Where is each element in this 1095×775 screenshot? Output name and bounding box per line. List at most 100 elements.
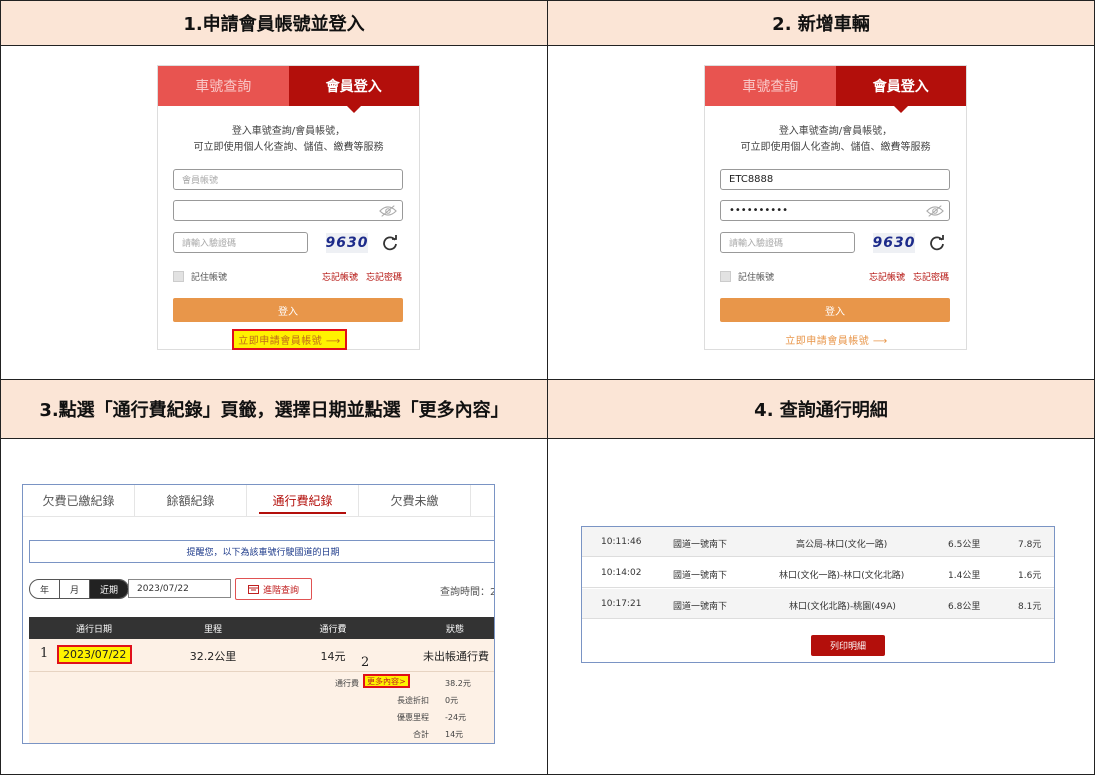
remember-checkbox[interactable]: [173, 271, 184, 282]
login-button[interactable]: 登入: [173, 298, 403, 322]
table-row: 10:14:02 國道一號南下 林口(文化一路)-林口(文化北路) 1.4公里 …: [582, 558, 1054, 588]
period-segment: 年 月 近期: [29, 579, 129, 599]
records-panel: 欠費已繳紀錄 餘額紀錄 通行費紀錄 欠費未繳 提醒您，以下為該車號行駛國道的日期…: [22, 484, 495, 744]
step3-title: 3.點選「通行費紀錄」頁籤，選擇日期並點選「更多內容」: [39, 400, 509, 421]
account-input[interactable]: ETC8888: [720, 169, 950, 190]
login-panel-2: 車號查詢 會員登入 登入車號查詢/會員帳號， 可立即使用個人化查詢、儲值、繳費等…: [704, 65, 967, 350]
trip-road: 國道一號南下: [673, 540, 728, 550]
apply-account-area: 立即申請會員帳號 ⟶: [158, 329, 421, 350]
step2-title: 2. 新增車輛: [772, 14, 870, 35]
login-tabs: 車號查詢 會員登入: [158, 66, 419, 113]
segment-recent[interactable]: 近期: [90, 580, 128, 598]
remember-account[interactable]: 記住帳號: [173, 270, 227, 283]
trip-detail-table: 10:11:46 國道一號南下 高公局-林口(文化一路) 6.5公里 7.8元 …: [581, 526, 1055, 663]
detail-fee-label: 通行費: [335, 679, 359, 688]
remember-account[interactable]: 記住帳號: [720, 270, 774, 283]
table-row[interactable]: 1 2023/07/22 32.2公里 14元 未出帳通行費: [29, 639, 494, 671]
date-select[interactable]: 2023/07/22: [128, 579, 231, 598]
col-mileage: 里程: [203, 624, 222, 635]
tab-plate-query[interactable]: 車號查詢: [705, 66, 836, 106]
trip-fee: 7.8元: [1018, 540, 1042, 550]
advanced-query-button[interactable]: 進階查詢: [235, 578, 312, 600]
segment-month[interactable]: 月: [60, 580, 90, 598]
col-date: 通行日期: [75, 624, 112, 635]
row-date[interactable]: 2023/07/22: [57, 645, 133, 664]
trip-distance: 1.4公里: [948, 571, 981, 581]
password-input[interactable]: ••••••••••: [720, 200, 950, 221]
trip-road: 國道一號南下: [673, 602, 728, 612]
tab-paid-arrears[interactable]: 欠費已繳紀錄: [23, 485, 135, 516]
step4-header: 4. 查詢通行明細: [547, 379, 1095, 439]
remember-checkbox[interactable]: [720, 271, 731, 282]
detail-total-label: 合計: [413, 730, 429, 739]
captcha-input[interactable]: 請輸入驗證碼: [720, 232, 855, 253]
trip-road: 國道一號南下: [673, 571, 728, 581]
trip-section: 高公局-林口(文化一路): [796, 540, 888, 550]
step-marker-2: 2: [361, 655, 370, 670]
eye-slash-icon[interactable]: [379, 204, 397, 218]
step1-title: 1.申請會員帳號並登入: [183, 14, 365, 35]
tab-balance[interactable]: 餘額紀錄: [135, 485, 247, 516]
row-status: 未出帳通行費: [423, 650, 489, 663]
row-mileage: 32.2公里: [189, 650, 237, 663]
step3-header: 3.點選「通行費紀錄」頁籤，選擇日期並點選「更多內容」: [0, 379, 548, 439]
captcha-image: 9630: [872, 233, 916, 253]
tab-toll-records[interactable]: 通行費紀錄: [247, 485, 359, 516]
trip-fee: 8.1元: [1018, 602, 1042, 612]
trip-time: 10:17:21: [601, 599, 642, 609]
col-status: 狀態: [445, 624, 464, 635]
trip-distance: 6.5公里: [948, 540, 981, 550]
eye-slash-icon[interactable]: [926, 204, 944, 218]
segment-year[interactable]: 年: [30, 580, 60, 598]
apply-account-link[interactable]: 立即申請會員帳號 ⟶: [705, 332, 968, 347]
intro-line-2: 可立即使用個人化查詢、儲值、繳費等服務: [740, 142, 931, 153]
forgot-account-link[interactable]: 忘記帳號: [322, 270, 358, 283]
advanced-query-label: 進階查詢: [262, 585, 299, 596]
print-detail-button[interactable]: 列印明細: [811, 635, 885, 656]
captcha-image: 9630: [325, 233, 369, 253]
password-value: ••••••••••: [729, 205, 788, 216]
intro-line-1: 登入車號查詢/會員帳號，: [778, 126, 893, 137]
detail-total-value: 14元: [445, 730, 464, 739]
trip-section: 林口(文化北路)-桃園(49A): [789, 602, 896, 612]
forgot-links: 忘記帳號 忘記密碼: [869, 270, 949, 283]
notice-banner: 提醒您，以下為該車號行駛國道的日期: [29, 540, 494, 563]
tab-plate-query[interactable]: 車號查詢: [158, 66, 289, 106]
login-intro: 登入車號查詢/會員帳號， 可立即使用個人化查詢、儲值、繳費等服務: [158, 124, 419, 156]
step2-header: 2. 新增車輛: [547, 0, 1095, 46]
records-table-header: 通行日期 里程 通行費 狀態: [29, 617, 494, 639]
forgot-password-link[interactable]: 忘記密碼: [366, 270, 402, 283]
tab-member-login[interactable]: 會員登入: [288, 66, 419, 113]
login-panel-1: 車號查詢 會員登入 登入車號查詢/會員帳號， 可立即使用個人化查詢、儲值、繳費等…: [157, 65, 420, 350]
captcha-input[interactable]: 請輸入驗證碼: [173, 232, 308, 253]
forgot-account-link[interactable]: 忘記帳號: [869, 270, 905, 283]
account-input[interactable]: 會員帳號: [173, 169, 403, 190]
trip-distance: 6.8公里: [948, 602, 981, 612]
tab-member-login[interactable]: 會員登入: [835, 66, 966, 113]
refresh-icon[interactable]: [382, 235, 398, 251]
intro-line-2: 可立即使用個人化查詢、儲值、繳費等服務: [193, 142, 384, 153]
trip-section: 林口(文化一路)-林口(文化北路): [779, 571, 905, 581]
login-button[interactable]: 登入: [720, 298, 950, 322]
forgot-password-link[interactable]: 忘記密碼: [913, 270, 949, 283]
records-tabs: 欠費已繳紀錄 餘額紀錄 通行費紀錄 欠費未繳: [23, 485, 494, 517]
step4-title: 4. 查詢通行明細: [754, 400, 888, 421]
trip-time: 10:14:02: [601, 568, 642, 578]
record-detail: 通行費 更多內容> 38.2元 長途折扣 0元 優惠里程 -24元 合計 14元: [29, 671, 494, 743]
step-marker-1: 1: [40, 646, 49, 661]
apply-account-link[interactable]: 立即申請會員帳號 ⟶: [232, 329, 347, 350]
password-input[interactable]: [173, 200, 403, 221]
trip-time: 10:11:46: [601, 537, 642, 547]
query-time: 查詢時間：2: [440, 587, 495, 598]
login-tabs: 車號查詢 會員登入: [705, 66, 966, 113]
refresh-icon[interactable]: [929, 235, 945, 251]
login-intro: 登入車號查詢/會員帳號， 可立即使用個人化查詢、儲值、繳費等服務: [705, 124, 966, 156]
detail-preferential-label: 優惠里程: [397, 713, 429, 722]
table-row: 10:17:21 國道一號南下 林口(文化北路)-桃園(49A) 6.8公里 8…: [582, 589, 1054, 619]
forgot-links: 忘記帳號 忘記密碼: [322, 270, 402, 283]
col-fee: 通行費: [319, 624, 347, 635]
remember-label: 記住帳號: [191, 273, 228, 283]
calendar-icon: [247, 585, 259, 594]
more-content-link[interactable]: 更多內容>: [363, 674, 410, 688]
tab-unpaid-arrears[interactable]: 欠費未繳: [359, 485, 471, 516]
